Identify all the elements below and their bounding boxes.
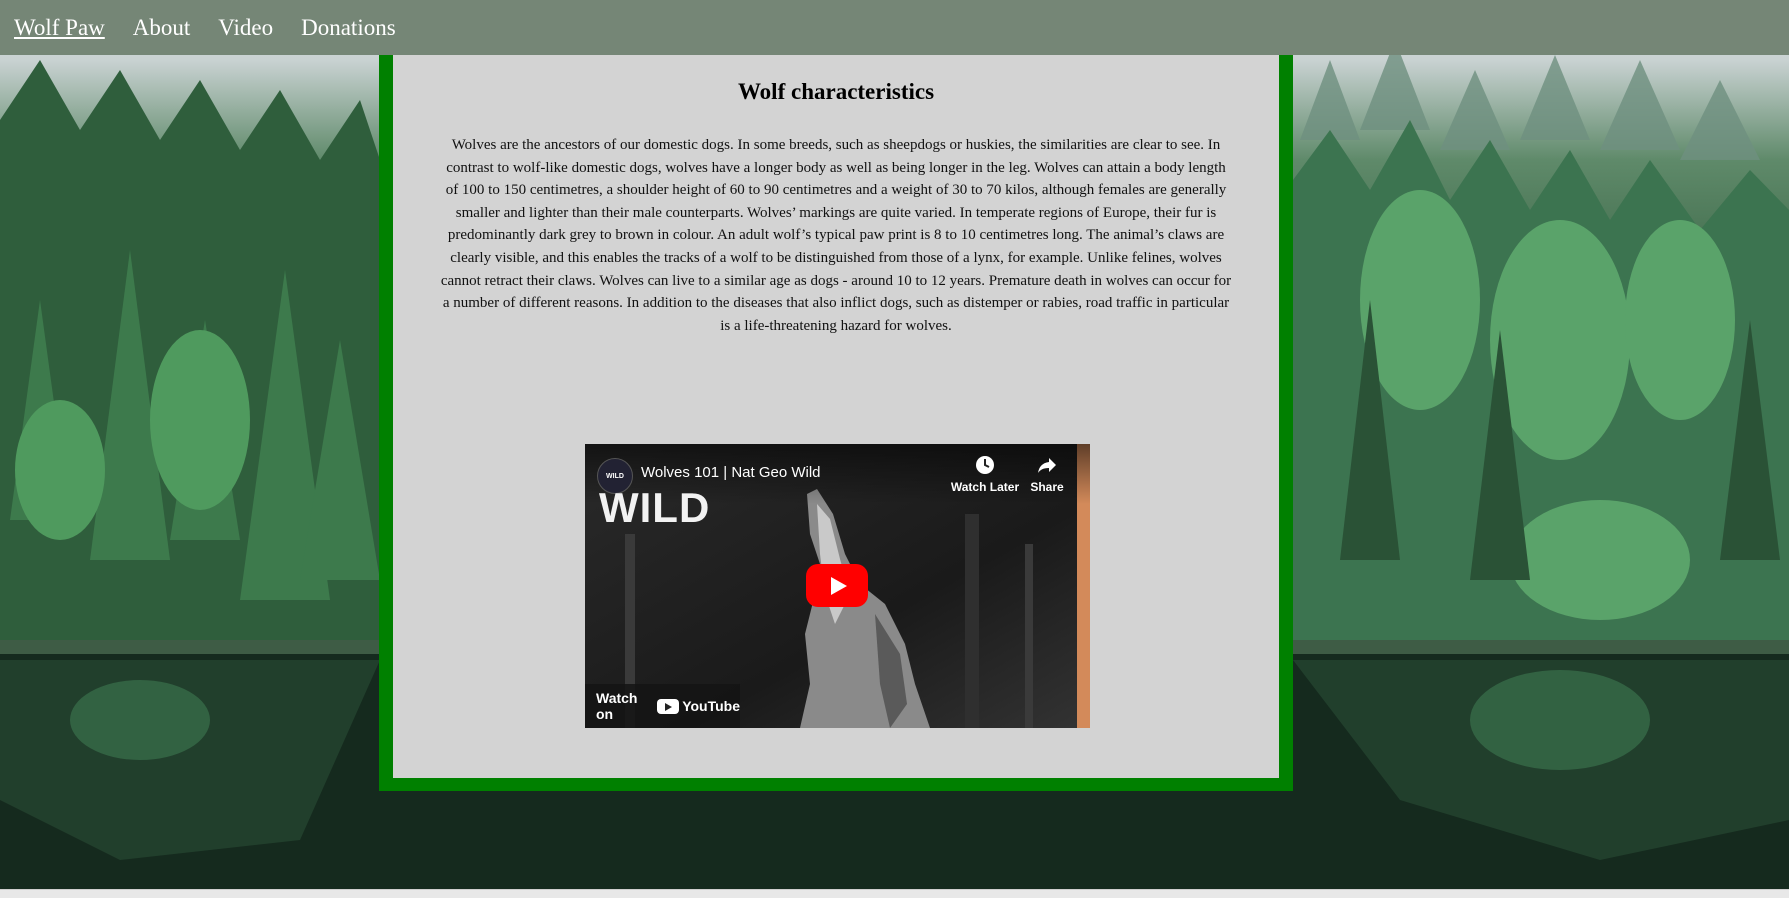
nav-link-about[interactable]: About — [133, 15, 191, 41]
nav-link-donations[interactable]: Donations — [301, 15, 396, 41]
watch-later-label: Watch Later — [950, 480, 1020, 494]
watch-later-button[interactable]: Watch Later — [945, 454, 1025, 494]
youtube-wordmark: YouTube — [682, 698, 740, 714]
video-overlay-text: WILD — [599, 484, 711, 531]
watch-on-label: Watch on — [596, 690, 638, 722]
nav-link-video[interactable]: Video — [218, 15, 273, 41]
top-navbar: Wolf Paw About Video Donations — [0, 0, 1789, 55]
watch-on-youtube-button[interactable]: Watch on YouTube — [585, 684, 740, 728]
video-title[interactable]: Wolves 101 | Nat Geo Wild — [641, 464, 821, 481]
play-button[interactable] — [806, 564, 868, 607]
share-icon — [1017, 454, 1077, 480]
youtube-logo: YouTube — [657, 698, 740, 714]
content-panel: Wolf characteristics Wolves are the ance… — [379, 55, 1293, 791]
clock-icon — [945, 454, 1025, 480]
youtube-icon — [657, 698, 680, 714]
content-panel-inner: Wolf characteristics Wolves are the ance… — [393, 55, 1279, 778]
share-button[interactable]: Share — [1017, 454, 1077, 494]
youtube-embed[interactable]: WILD Wolves 101 | Nat Geo Wild WILD Watc… — [585, 444, 1090, 728]
horizontal-scrollbar[interactable] — [0, 889, 1789, 898]
nav-link-wolf-paw[interactable]: Wolf Paw — [14, 15, 105, 41]
article-text: Wolves are the ancestors of our domestic… — [440, 137, 1232, 334]
page-title: Wolf characteristics — [737, 79, 935, 104]
share-label: Share — [1030, 480, 1064, 494]
